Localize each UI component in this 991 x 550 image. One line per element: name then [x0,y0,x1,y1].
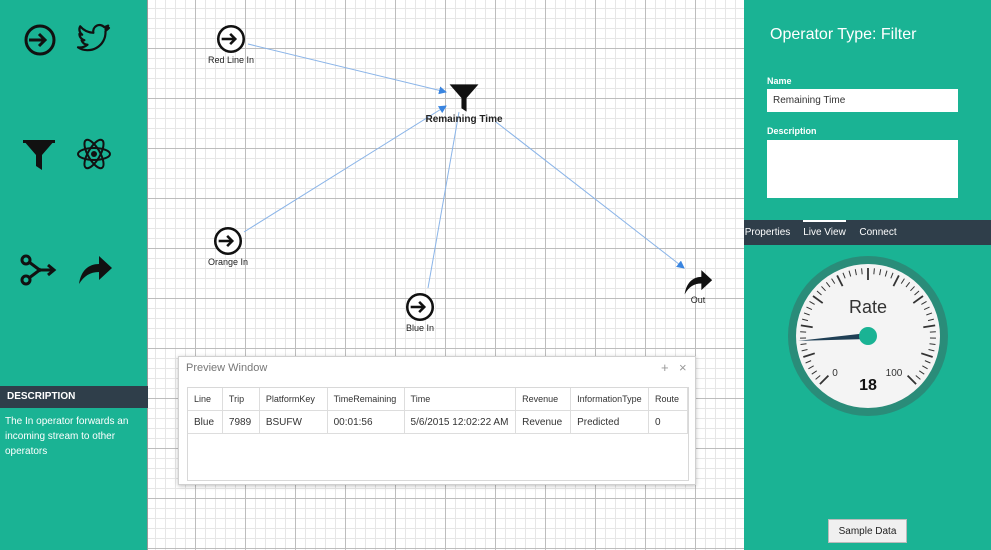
gauge-tick [873,268,875,275]
column-header[interactable]: Revenue [515,388,572,411]
gauge-tick [861,268,863,275]
node-label: Out [690,295,706,305]
table-cell: 5/6/2015 12:02:22 AM [404,410,517,434]
table-header-row: Line Trip PlatformKey TimeRemaining Time… [188,388,688,411]
description-label: Description [767,126,817,136]
node-label: Blue In [405,323,435,333]
add-icon[interactable]: + [661,360,669,375]
wire-filter-to-out [495,121,685,269]
node-label: Remaining Time [425,114,503,125]
table-cell: 0 [648,410,688,434]
split-icon[interactable] [19,250,59,290]
preview-title: Preview Window [186,362,268,374]
table-cell: Revenue [515,410,572,434]
sample-data-button[interactable]: Sample Data [828,519,907,543]
column-header[interactable]: Line [188,388,223,411]
panel-tabs: Properties Live View Connect [744,220,991,245]
tab-connect[interactable]: Connect [856,220,900,245]
filter-icon [449,84,479,112]
node-label: Orange In [207,257,249,267]
description-input[interactable] [767,140,958,198]
preview-window[interactable]: Preview Window + × Line Trip PlatformKey… [178,356,696,485]
preview-table: Line Trip PlatformKey TimeRemaining Time… [187,387,689,481]
table-cell: Predicted [570,410,650,434]
gauge-max-label: 100 [886,368,903,379]
node-red-line-in[interactable]: Red Line In [191,22,271,65]
output-arrow-icon[interactable] [75,250,115,290]
column-header[interactable]: TimeRemaining [327,388,405,411]
column-header[interactable]: Time [404,388,517,411]
wire-red-to-filter [247,43,447,95]
node-orange-in[interactable]: Orange In [188,224,268,267]
operator-palette: DESCRIPTION The In operator forwards an … [0,0,148,550]
rate-gauge: Rate 0 100 18 [788,256,948,416]
gauge-label: Rate [849,297,887,317]
output-arrow-icon [684,270,713,295]
input-icon [405,292,435,322]
table-cell: Blue [188,410,223,434]
filter-icon[interactable] [19,135,59,175]
table-cell: 00:01:56 [327,410,405,434]
flow-canvas[interactable]: Red Line In Remaining Time Orange In Blu… [148,0,744,550]
atom-icon[interactable] [74,134,114,174]
node-out[interactable]: Out [658,266,738,305]
operator-type-title: Operator Type: Filter [770,26,917,43]
node-blue-in[interactable]: Blue In [380,290,460,333]
close-icon[interactable]: × [679,360,687,375]
description-header: DESCRIPTION [0,386,148,408]
table-cell: 7989 [222,410,260,434]
gauge-min-label: 0 [832,368,838,379]
gauge-value: 18 [859,377,877,394]
wire-orange-to-filter [243,105,447,233]
node-label: Red Line In [207,55,255,65]
twitter-icon[interactable] [75,18,115,58]
gauge-hub [859,327,877,345]
name-input[interactable] [767,89,958,112]
description-text: The In operator forwards an incoming str… [5,416,129,457]
column-header[interactable]: PlatformKey [259,388,328,411]
table-row[interactable]: Blue 7989 BSUFW 00:01:56 5/6/2015 12:02:… [188,410,688,434]
wire-blue-to-filter [427,111,460,289]
node-remaining-time[interactable]: Remaining Time [420,81,508,125]
input-icon [216,24,246,54]
column-header[interactable]: Trip [222,388,260,411]
properties-panel: Operator Type: Filter Name Description P… [744,0,991,550]
table-cell: BSUFW [259,410,328,434]
name-label: Name [767,76,792,86]
input-icon [213,226,243,256]
column-header[interactable]: InformationType [570,388,650,411]
input-icon[interactable] [20,20,60,60]
tab-live-view[interactable]: Live View [803,220,846,245]
column-header[interactable]: Route [648,388,688,411]
tab-properties[interactable]: Properties [744,220,791,245]
